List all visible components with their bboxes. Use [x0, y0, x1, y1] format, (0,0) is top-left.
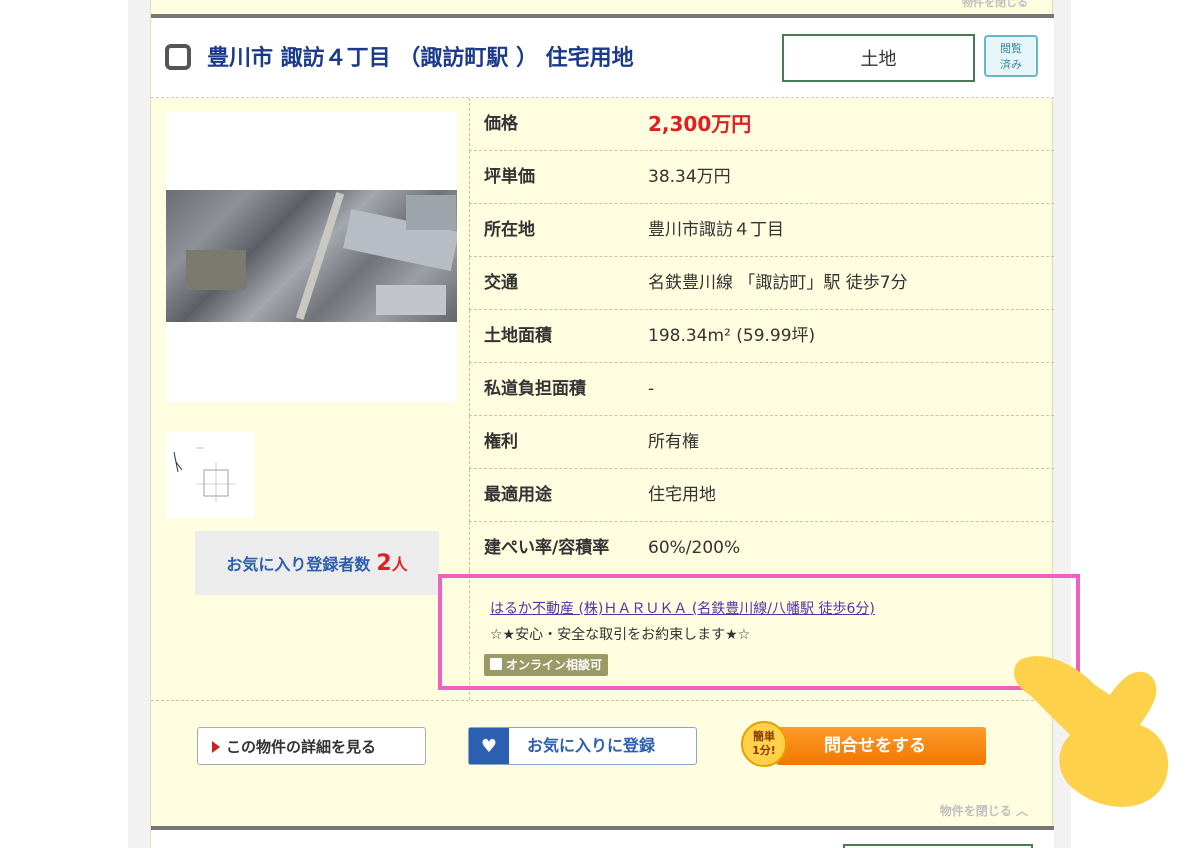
easy-one-minute-badge: 簡単 1分!: [741, 721, 787, 767]
details-row: 坪単価 38.34万円: [469, 151, 1054, 204]
select-checkbox[interactable]: [165, 44, 191, 70]
details-value: 住宅用地: [648, 485, 716, 505]
details-label: 権利: [484, 432, 518, 452]
details-label: 価格: [484, 114, 518, 134]
view-details-button[interactable]: この物件の詳細を見る: [197, 727, 426, 765]
details-row: 権利 所有権: [469, 416, 1054, 469]
details-value: 38.34万円: [648, 167, 731, 187]
details-row: 土地面積 198.34m² (59.99坪): [469, 310, 1054, 363]
heart-icon: ♥: [469, 728, 509, 764]
details-value: -: [648, 379, 655, 399]
easy-badge-line2: 1分!: [752, 744, 776, 757]
pointing-hand-icon: [1014, 656, 1169, 807]
details-label: 土地面積: [484, 326, 552, 346]
details-row: 私道負担面積 -: [469, 363, 1054, 416]
plot-plan-thumbnail[interactable]: [166, 432, 254, 518]
details-value: 名鉄豊川線 「諏訪町」駅 徒歩7分: [648, 273, 908, 293]
details-table: 価格 2,300万円坪単価 38.34万円所在地 豊川市諏訪４丁目交通 名鉄豊川線 「諏…: [469, 98, 1054, 575]
details-label: 私道負担面積: [484, 379, 586, 399]
action-buttons: この物件の詳細を見る ♥ お気に入りに登録 問合せをする 簡単 1分!: [151, 700, 1054, 796]
details-label: 建ぺい率/容積率: [484, 538, 610, 558]
details-value: 所有権: [648, 432, 699, 452]
aerial-photo-image: [166, 190, 457, 322]
left-gutter: [128, 0, 150, 848]
price-value: 2,300万円: [648, 112, 752, 136]
listing-card: 物件を閉じる 豊川市 諏訪４丁目 （諏訪町駅 ） 住宅用地 土地 閲覧済み お気…: [150, 0, 1054, 848]
view-details-label: この物件の詳細を見る: [226, 737, 377, 756]
page: 物件を閉じる 豊川市 諏訪４丁目 （諏訪町駅 ） 住宅用地 土地 閲覧済み お気…: [0, 0, 1200, 848]
details-value: 豊川市諏訪４丁目: [648, 220, 784, 240]
next-listing-card: [151, 830, 1054, 848]
favorites-unit: 人: [391, 555, 408, 574]
details-row: 所在地 豊川市諏訪４丁目: [469, 204, 1054, 257]
favorites-count: 2: [376, 550, 392, 576]
details-row: 交通 名鉄豊川線 「諏訪町」駅 徒歩7分: [469, 257, 1054, 310]
details-label: 最適用途: [484, 485, 552, 505]
viewed-badge-text: 閲覧済み: [1000, 42, 1022, 71]
details-row: 価格 2,300万円: [469, 98, 1054, 151]
inquiry-label: 問合せをする: [824, 736, 926, 756]
agent-highlight-frame: [438, 574, 1080, 690]
details-value: 60%/200%: [648, 538, 741, 558]
details-value: 198.34m² (59.99坪): [648, 326, 816, 346]
triangle-right-icon: [212, 741, 220, 753]
details-label: 所在地: [484, 220, 535, 240]
easy-badge-line1: 簡単: [753, 730, 775, 743]
favorites-count-box: お気に入り登録者数 2 人: [195, 531, 439, 595]
listing-header: 豊川市 諏訪４丁目 （諏訪町駅 ） 住宅用地 土地 閲覧済み: [151, 18, 1054, 98]
inquiry-button[interactable]: 問合せをする: [776, 727, 986, 765]
viewed-badge: 閲覧済み: [984, 35, 1038, 77]
property-type-badge: 土地: [782, 34, 975, 82]
details-row: 建ぺい率/容積率 60%/200%: [469, 522, 1054, 575]
details-label: 坪単価: [484, 167, 535, 187]
add-favorite-button[interactable]: ♥ お気に入りに登録: [468, 727, 697, 765]
listing-title[interactable]: 豊川市 諏訪４丁目 （諏訪町駅 ） 住宅用地: [207, 40, 634, 72]
details-label: 交通: [484, 273, 518, 293]
add-favorite-label: お気に入りに登録: [527, 736, 656, 755]
favorites-label: お気に入り登録者数: [226, 555, 371, 574]
main-photo[interactable]: [166, 112, 457, 402]
details-row: 最適用途 住宅用地: [469, 469, 1054, 522]
close-listing-top[interactable]: 物件を閉じる: [962, 0, 1028, 10]
